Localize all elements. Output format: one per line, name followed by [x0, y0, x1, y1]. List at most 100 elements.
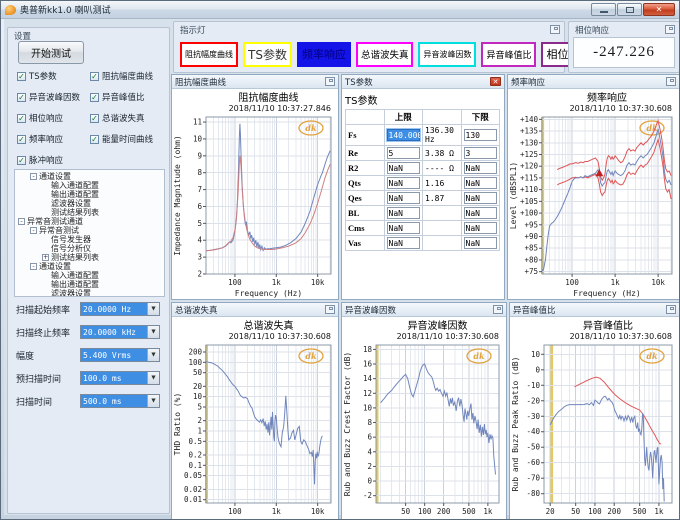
ts-upper-limit-input[interactable]: 5 [387, 147, 421, 159]
dropdown-arrow-icon[interactable]: ▼ [147, 395, 159, 407]
svg-text:频率响应: 频率响应 [587, 91, 627, 104]
ts-column-header: 上限 [384, 110, 423, 125]
checkbox-label: TS参数 [29, 70, 57, 82]
dropdown-arrow-icon[interactable]: ▼ [147, 349, 159, 361]
ts-lower-limit-input[interactable]: 3 [464, 147, 498, 159]
field-combobox[interactable]: 5.400 Vrms▼ [80, 348, 160, 362]
checkbox-item[interactable]: ✓总谐波失真 [90, 112, 172, 124]
svg-text:2018/11/10 10:37:30.608: 2018/11/10 10:37:30.608 [229, 332, 331, 341]
field-value[interactable]: 100.0 ms [81, 372, 147, 384]
ts-upper-limit-input[interactable]: 140.000 [387, 129, 421, 141]
impedance-chart: 1001k10k234567891011阻抗幅度曲线2018/11/10 10:… [172, 90, 338, 299]
ts-lower-limit-input[interactable]: 130 [464, 129, 498, 141]
maximize-button[interactable] [617, 3, 642, 16]
checkbox-item[interactable]: ✓脉冲响应 [17, 154, 90, 166]
svg-text:4: 4 [367, 447, 372, 456]
field-value[interactable]: 500.0 ms [81, 395, 147, 407]
checkbox-label: 能量时间曲线 [102, 133, 153, 145]
svg-text:dk: dk [305, 123, 317, 133]
svg-text:50: 50 [401, 507, 411, 516]
ts-lower-limit-input[interactable]: NaN [464, 162, 498, 174]
field-value[interactable]: 20.0000 kHz [81, 326, 147, 338]
svg-text:0.1: 0.1 [188, 461, 202, 470]
ts-lower-limit-input[interactable]: NaN [464, 207, 498, 219]
ts-lower-limit-input[interactable]: NaN [464, 177, 498, 189]
collapse-icon[interactable]: - [30, 173, 37, 180]
svg-text:100: 100 [188, 358, 202, 367]
svg-text:+105: +105 [520, 197, 538, 206]
dropdown-arrow-icon[interactable]: ▼ [147, 326, 159, 338]
indicator-light[interactable]: 异音波峰因数 [418, 42, 476, 67]
field-value[interactable]: 5.400 Vrms [81, 349, 147, 361]
ts-upper-limit-input[interactable]: NaN [387, 237, 421, 249]
collapse-icon[interactable]: - [18, 218, 25, 225]
field-combobox[interactable]: 20.0000 kHz▼ [80, 325, 160, 339]
svg-text:dk: dk [473, 351, 485, 361]
indicator-light[interactable]: TS参数 [243, 42, 292, 67]
tree-item[interactable]: 滤波器设置 [15, 289, 164, 297]
dropdown-arrow-icon[interactable]: ▼ [147, 372, 159, 384]
tree-item[interactable]: +测试结果列表 [15, 253, 164, 262]
svg-text:5: 5 [197, 403, 202, 412]
field-row: 扫描起始频率20.0000 Hz▼ [16, 302, 168, 316]
field-combobox[interactable]: 20.0000 Hz▼ [80, 302, 160, 316]
checkbox-item[interactable]: ✓异音峰值比 [90, 91, 172, 103]
expand-icon[interactable]: + [42, 254, 49, 261]
restore-icon[interactable] [550, 25, 560, 34]
checkbox-item[interactable]: ✓相位响应 [17, 112, 90, 124]
ts-lower-limit-input[interactable]: NaN [464, 192, 498, 204]
ts-row: Re53.38 Ω3 [346, 146, 500, 161]
checkbox-item[interactable]: ✓TS参数 [17, 70, 90, 82]
checkbox-item[interactable]: ✓阻抗幅度曲线 [90, 70, 172, 82]
minimize-button[interactable] [591, 3, 616, 16]
restore-icon[interactable] [665, 25, 675, 34]
svg-text:异音峰值比: 异音峰值比 [583, 319, 633, 332]
restore-icon[interactable] [493, 305, 503, 314]
field-label: 扫描时间 [16, 395, 80, 408]
ts-param-name: Vas [346, 236, 385, 251]
ts-lower-limit-input[interactable]: NaN [464, 222, 498, 234]
restore-icon[interactable] [325, 77, 335, 86]
indicator-light[interactable]: 频率响应 [297, 42, 351, 67]
close-icon[interactable]: ✕ [490, 77, 501, 86]
restore-icon[interactable] [666, 77, 676, 86]
svg-text:2018/11/10 10:37:30.608: 2018/11/10 10:37:30.608 [570, 104, 672, 113]
ts-measured-value: 1.87 [423, 191, 462, 206]
ts-row: Fs140.000136.30 Hz130 [346, 125, 500, 146]
ts-upper-limit-input[interactable]: NaN [387, 177, 421, 189]
checkbox-item[interactable]: ✓频率响应 [17, 133, 90, 145]
restore-icon[interactable] [666, 305, 676, 314]
ts-upper-limit-input[interactable]: NaN [387, 207, 421, 219]
ts-measured-value: 136.30 Hz [423, 125, 462, 146]
start-test-button[interactable]: 开始测试 [18, 41, 84, 64]
checkbox-item[interactable]: ✓能量时间曲线 [90, 133, 172, 145]
peak-ratio-chart: 20501002005001k100-10-20-30-40-50-60-70-… [510, 318, 679, 520]
dropdown-arrow-icon[interactable]: ▼ [147, 303, 159, 315]
field-combobox[interactable]: 500.0 ms▼ [80, 394, 160, 408]
restore-icon[interactable] [325, 305, 335, 314]
close-button[interactable]: ✕ [643, 3, 675, 16]
ts-upper-limit-input[interactable]: NaN [387, 192, 421, 204]
ts-upper-limit-input[interactable]: NaN [387, 222, 421, 234]
indicator-light[interactable]: 阻抗幅度曲线 [180, 42, 238, 67]
svg-text:+130: +130 [520, 138, 539, 147]
svg-text:dk: dk [305, 351, 317, 361]
indicator-light[interactable]: 异音峰值比 [481, 42, 536, 67]
panel-title: TS参数 [345, 76, 490, 88]
phase-response-panel: 相位响应 -247.226 [568, 21, 680, 73]
svg-text:-70: -70 [526, 474, 540, 483]
checkbox-item[interactable]: ✓异音波峰因数 [17, 91, 90, 103]
tree-item[interactable]: -异常音测试通道 [15, 217, 164, 226]
app-icon [5, 5, 16, 15]
collapse-icon[interactable]: - [30, 263, 37, 270]
indicator-light[interactable]: 总谐波失真 [356, 42, 414, 67]
svg-text:Frequency (Hz): Frequency (Hz) [235, 289, 302, 298]
field-combobox[interactable]: 100.0 ms▼ [80, 371, 160, 385]
svg-text:THD Ratio (%): THD Ratio (%) [173, 393, 182, 456]
field-value[interactable]: 20.0000 Hz [81, 303, 147, 315]
svg-text:100: 100 [228, 278, 242, 287]
collapse-icon[interactable]: - [30, 227, 37, 234]
ts-lower-limit-input[interactable]: NaN [464, 237, 498, 249]
ts-param-name: Re [346, 146, 385, 161]
ts-upper-limit-input[interactable]: NaN [387, 162, 421, 174]
